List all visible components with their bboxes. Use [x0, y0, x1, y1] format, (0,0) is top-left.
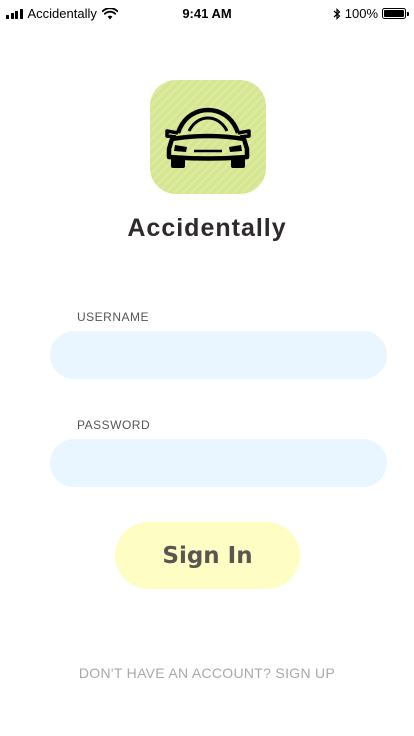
- app-title: Accidentally: [127, 214, 287, 242]
- sign-up-link[interactable]: DON'T HAVE AN ACCOUNT? SIGN UP: [0, 665, 414, 681]
- username-label: USERNAME: [77, 310, 150, 324]
- password-label: PASSWORD: [77, 418, 151, 432]
- battery-icon: [382, 8, 409, 19]
- battery-percent: 100%: [344, 6, 378, 21]
- sign-in-button[interactable]: Sign In: [115, 522, 300, 589]
- username-input[interactable]: [50, 331, 387, 379]
- login-screen: Accidentally 9:41 AM 100% Accidentally U…: [0, 0, 414, 736]
- bluetooth-icon: [333, 7, 341, 20]
- password-input[interactable]: [50, 439, 387, 487]
- car-icon: [165, 107, 251, 168]
- status-bar-right: 100%: [333, 6, 409, 21]
- app-logo: [150, 80, 266, 194]
- status-bar: Accidentally 9:41 AM 100%: [0, 0, 414, 28]
